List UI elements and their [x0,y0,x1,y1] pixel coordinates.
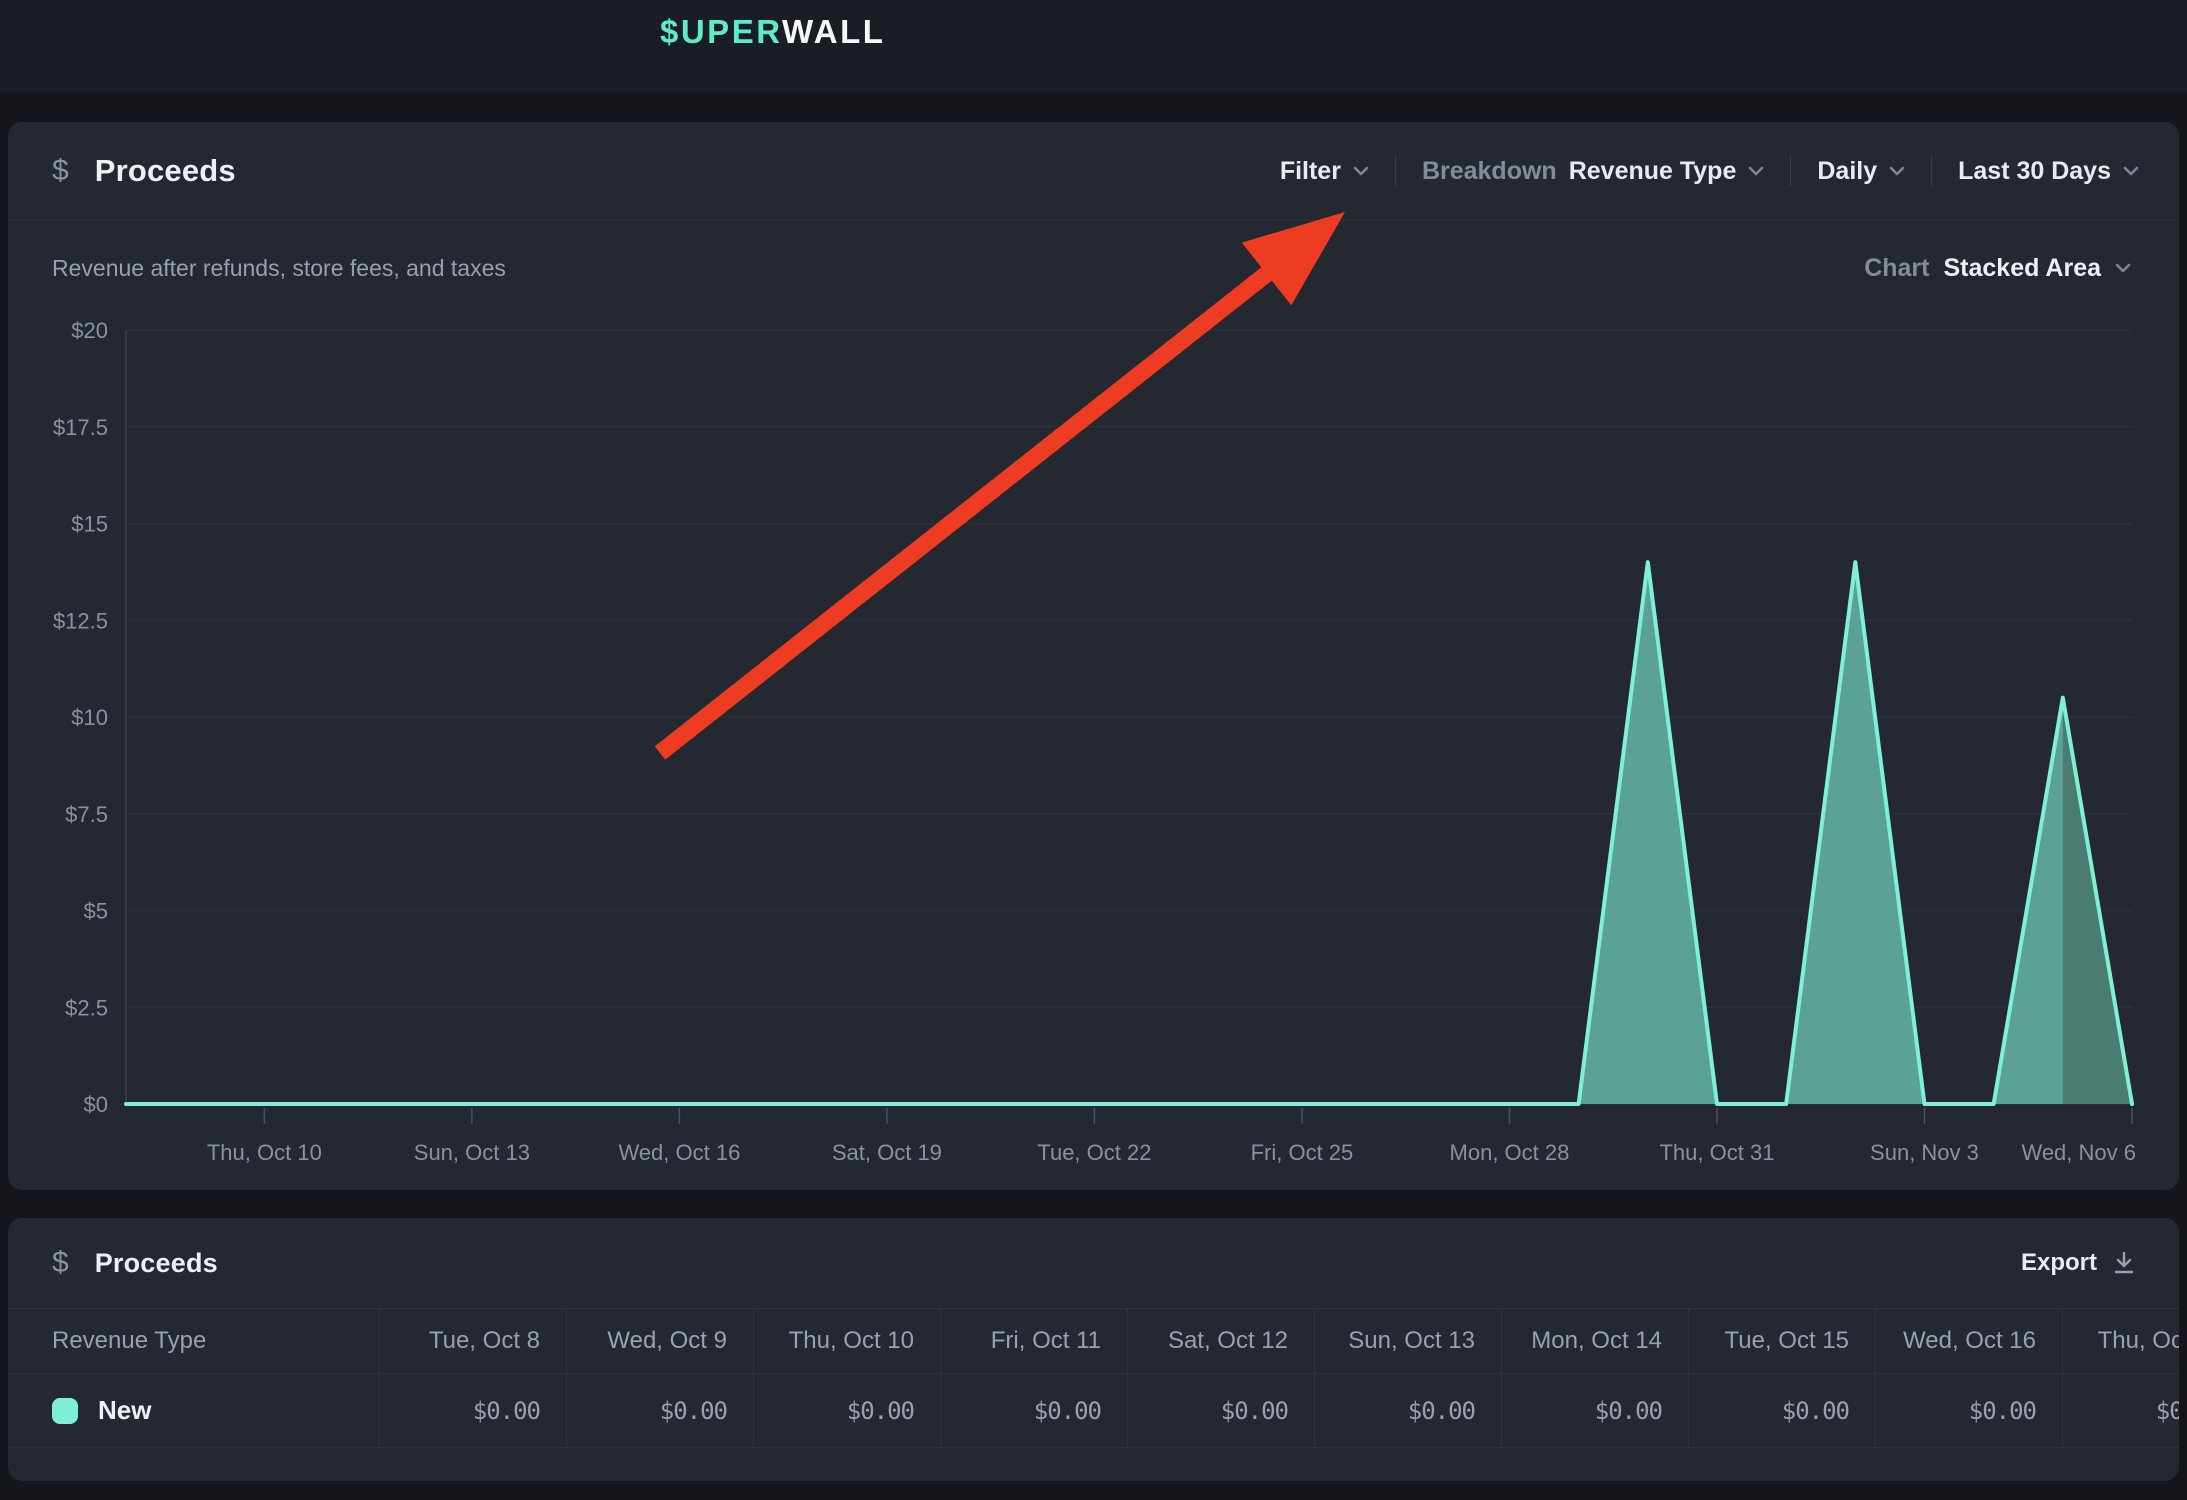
interval-value: Daily [1817,157,1877,186]
value-cell: $0.00 [2062,1374,2179,1447]
column-header-date: Mon, Oct 14 [1501,1309,1688,1373]
controls-divider [1395,156,1396,186]
table-row: New $0.00$0.00$0.00$0.00$0.00$0.00$0.00$… [8,1373,2179,1448]
proceeds-table-card: $ Proceeds Export Revenue Type Tue, Oct … [8,1218,2179,1481]
y-axis-label: $20 [71,318,108,343]
download-icon [2113,1251,2135,1275]
column-header-date: Thu, Oct 10 [753,1309,940,1373]
column-header-date: Tue, Oct 15 [1688,1309,1875,1373]
value-cell: $0.00 [566,1374,753,1447]
export-button[interactable]: Export [2021,1249,2135,1277]
filter-label: Filter [1280,157,1341,186]
date-range-value: Last 30 Days [1958,157,2111,186]
x-axis-label: Thu, Oct 10 [207,1140,322,1165]
column-header-date: Fri, Oct 11 [940,1309,1127,1373]
top-nav-bar: $UPERWALL [0,0,2187,93]
value-cell: $0.00 [1127,1374,1314,1447]
y-axis-label: $15 [71,512,108,537]
y-axis-label: $17.5 [53,415,108,440]
value-cell: $0.00 [1875,1374,2062,1447]
column-header-date: Thu, Oct 17 [2062,1309,2179,1373]
x-axis-label: Sun, Nov 3 [1870,1140,1979,1165]
x-axis-label: Tue, Oct 22 [1037,1140,1151,1165]
proceeds-table: Revenue Type Tue, Oct 8Wed, Oct 9Thu, Oc… [8,1308,2179,1448]
column-header-date: Wed, Oct 16 [1875,1309,2062,1373]
dollar-icon: $ [52,1246,69,1280]
chart-type-value: Stacked Area [1944,254,2102,283]
column-header-date: Sat, Oct 12 [1127,1309,1314,1373]
series-name: New [98,1395,151,1426]
chart-subtitle: Revenue after refunds, store fees, and t… [52,255,506,282]
y-axis-label: $5 [84,899,108,924]
page-title: Proceeds [95,153,236,189]
y-axis-label: $12.5 [53,608,108,633]
series-color-swatch [52,1398,78,1424]
value-cell: $0.00 [940,1374,1127,1447]
controls-divider [1790,156,1791,186]
value-cell: $0.00 [1688,1374,1875,1447]
dollar-icon: $ [52,154,69,188]
chart-type-dropdown[interactable]: Chart Stacked Area [1864,254,2131,283]
row-label-cell: New [8,1374,379,1447]
chevron-down-icon [1889,166,1905,176]
value-cell: $0.00 [753,1374,940,1447]
date-range-dropdown[interactable]: Last 30 Days [1958,157,2139,186]
chart-card-header: $ Proceeds Filter Breakdown Revenue Type… [8,122,2179,221]
chevron-down-icon [2115,263,2131,273]
superwall-logo[interactable]: $UPERWALL [660,13,885,51]
controls-divider [1931,156,1932,186]
x-axis-label: Fri, Oct 25 [1251,1140,1354,1165]
proceeds-chart-card: $0 $2.5 $5 $7.5 $10 $12.5 $15 $17.5 $20 Thu, Oct … [8,122,2179,1190]
column-header-revenue-type: Revenue Type [8,1309,379,1373]
breakdown-label: Breakdown [1422,157,1557,186]
chart-type-label: Chart [1864,254,1929,283]
x-axis-label: Sat, Oct 19 [832,1140,942,1165]
area-fill [126,562,2132,1104]
breakdown-value: Revenue Type [1569,157,1737,186]
value-cell: $0.00 [1314,1374,1501,1447]
chevron-down-icon [1748,166,1764,176]
logo-rest-text: WALL [782,13,885,50]
filter-dropdown[interactable]: Filter [1280,157,1369,186]
interval-dropdown[interactable]: Daily [1817,157,1905,186]
table-title: Proceeds [95,1248,218,1279]
value-cell: $0.00 [379,1374,566,1447]
table-card-header: $ Proceeds Export [8,1218,2179,1308]
y-axis-label: $10 [71,705,108,730]
x-axis-label: Mon, Oct 28 [1450,1140,1570,1165]
column-header-date: Tue, Oct 8 [379,1309,566,1373]
x-axis-label: Sun, Oct 13 [414,1140,530,1165]
chevron-down-icon [1353,166,1369,176]
column-header-date: Sun, Oct 13 [1314,1309,1501,1373]
breakdown-dropdown[interactable]: Breakdown Revenue Type [1422,157,1764,186]
y-axis-label: $0 [84,1092,108,1117]
export-label: Export [2021,1249,2097,1277]
logo-accent-text: $UPER [660,13,782,50]
y-axis-label: $2.5 [65,995,108,1020]
table-header-row: Revenue Type Tue, Oct 8Wed, Oct 9Thu, Oc… [8,1308,2179,1373]
chevron-down-icon [2123,166,2139,176]
y-axis-label: $7.5 [65,802,108,827]
value-cell: $0.00 [1501,1374,1688,1447]
x-axis-label: Wed, Oct 16 [618,1140,740,1165]
x-axis-label: Wed, Nov 6 [2021,1140,2136,1165]
chart-subheader: Revenue after refunds, store fees, and t… [8,222,2179,314]
column-header-date: Wed, Oct 9 [566,1309,753,1373]
x-axis-label: Thu, Oct 31 [1659,1140,1774,1165]
